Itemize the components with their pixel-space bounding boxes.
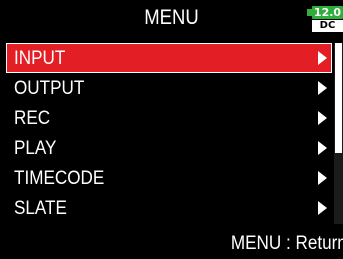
battery-icon: 12.0 DC (307, 6, 343, 32)
menu-list: INPUT OUTPUT REC PLAY TIMECODE SLATE (6, 43, 332, 223)
footer-bar: MENU : Return (0, 228, 343, 259)
triangle-right-icon (318, 171, 327, 185)
triangle-right-icon (318, 201, 327, 215)
battery-voltage: 12.0 (313, 6, 342, 19)
footer-hint: MENU : Return (231, 233, 343, 254)
menu-item-input[interactable]: INPUT (6, 43, 332, 73)
menu-item-label: OUTPUT (14, 78, 85, 99)
triangle-right-icon (318, 51, 327, 65)
menu-item-label: REC (14, 108, 51, 129)
power-source-badge: DC (312, 20, 343, 32)
menu-item-rec[interactable]: REC (6, 103, 332, 133)
menu-item-output[interactable]: OUTPUT (6, 73, 332, 103)
menu-screen: MENU 12.0 DC INPUT OUTPUT REC PLAY TIMEC… (0, 0, 343, 259)
page-title: MENU (144, 6, 199, 29)
menu-item-label: TIMECODE (14, 168, 105, 189)
menu-item-label: PLAY (14, 138, 57, 159)
menu-item-timecode[interactable]: TIMECODE (6, 163, 332, 193)
menu-item-label: SLATE (14, 198, 67, 219)
header-bar: MENU 12.0 DC (0, 0, 343, 38)
menu-item-play[interactable]: PLAY (6, 133, 332, 163)
triangle-right-icon (318, 81, 327, 95)
menu-item-label: INPUT (14, 48, 66, 69)
scrollbar-thumb[interactable] (335, 43, 342, 153)
triangle-right-icon (318, 111, 327, 125)
menu-item-slate[interactable]: SLATE (6, 193, 332, 223)
scrollbar[interactable] (334, 43, 343, 224)
triangle-right-icon (318, 141, 327, 155)
